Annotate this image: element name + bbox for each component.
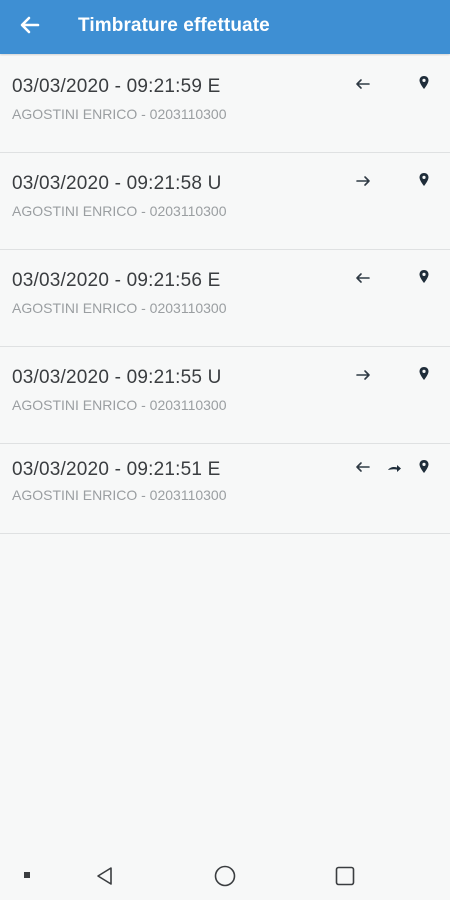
- arrow-left-icon: [353, 460, 373, 474]
- arrow-right-icon: [353, 368, 373, 382]
- record-employee: AGOSTINI ENRICO - 0203110300: [12, 487, 227, 503]
- list-item[interactable]: 03/03/2020 - 09:21:51 E AGOSTINI ENRICO …: [0, 444, 450, 534]
- clocking-list: 03/03/2020 - 09:21:59 E AGOSTINI ENRICO …: [0, 56, 450, 534]
- list-item[interactable]: 03/03/2020 - 09:21:56 E AGOSTINI ENRICO …: [0, 250, 450, 347]
- back-button[interactable]: [14, 12, 46, 42]
- arrow-left-icon: [20, 16, 40, 39]
- map-pin-icon[interactable]: [418, 269, 430, 285]
- record-datetime: 03/03/2020 - 09:21:56 E: [12, 270, 221, 291]
- recents-square-icon[interactable]: [332, 863, 358, 889]
- record-datetime: 03/03/2020 - 09:21:51 E: [12, 459, 221, 480]
- record-employee: AGOSTINI ENRICO - 0203110300: [12, 203, 227, 219]
- arrow-right-icon: [353, 174, 373, 188]
- list-item[interactable]: 03/03/2020 - 09:21:59 E AGOSTINI ENRICO …: [0, 56, 450, 153]
- record-datetime: 03/03/2020 - 09:21:55 U: [12, 367, 222, 388]
- page-title: Timbrature effettuate: [78, 15, 270, 36]
- menu-dot-icon[interactable]: [18, 866, 36, 884]
- map-pin-icon[interactable]: [418, 459, 430, 475]
- app-bar: Timbrature effettuate: [0, 0, 450, 54]
- record-datetime: 03/03/2020 - 09:21:59 E: [12, 76, 221, 97]
- record-employee: AGOSTINI ENRICO - 0203110300: [12, 397, 227, 413]
- map-pin-icon[interactable]: [418, 172, 430, 188]
- arrow-left-icon: [353, 77, 373, 91]
- list-item[interactable]: 03/03/2020 - 09:21:55 U AGOSTINI ENRICO …: [0, 347, 450, 444]
- arrow-left-icon: [353, 271, 373, 285]
- back-triangle-icon[interactable]: [92, 863, 118, 889]
- record-employee: AGOSTINI ENRICO - 0203110300: [12, 300, 227, 316]
- redo-arrow-icon: [384, 461, 404, 475]
- map-pin-icon[interactable]: [418, 366, 430, 382]
- record-employee: AGOSTINI ENRICO - 0203110300: [12, 106, 227, 122]
- system-nav-bar: [0, 850, 450, 900]
- record-datetime: 03/03/2020 - 09:21:58 U: [12, 173, 222, 194]
- list-item[interactable]: 03/03/2020 - 09:21:58 U AGOSTINI ENRICO …: [0, 153, 450, 250]
- home-circle-icon[interactable]: [212, 863, 238, 889]
- map-pin-icon[interactable]: [418, 75, 430, 91]
